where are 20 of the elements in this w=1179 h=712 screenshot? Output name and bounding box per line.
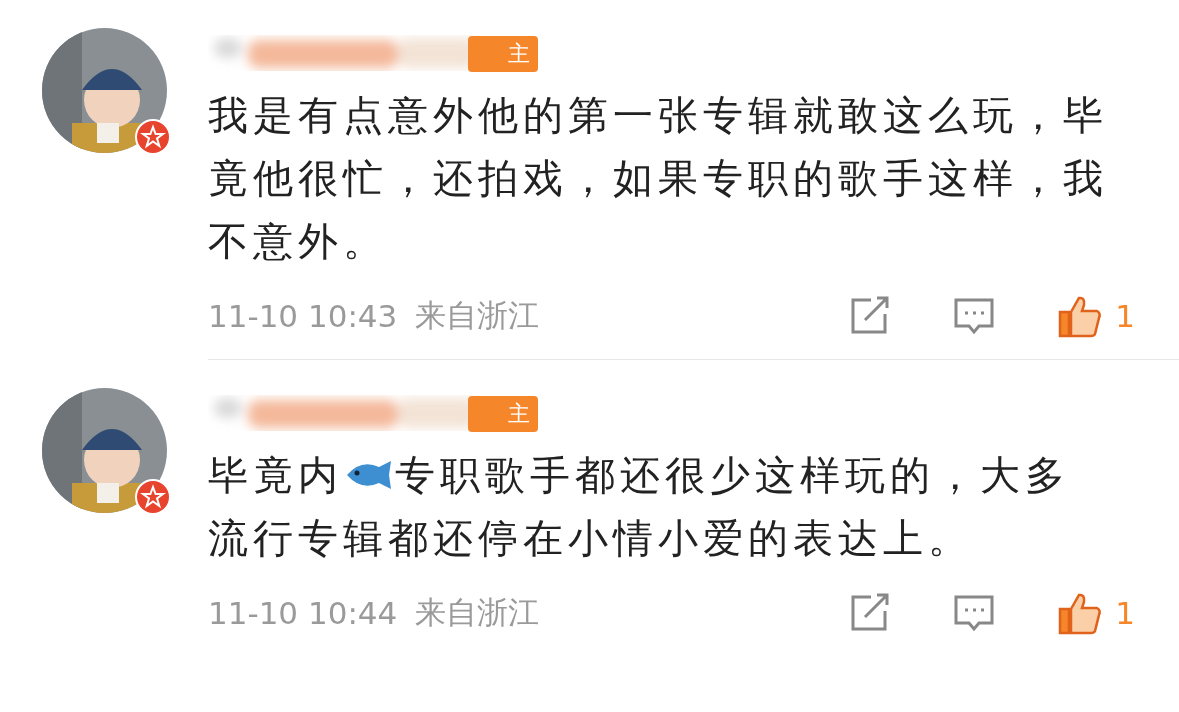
comment-text: 专职歌手都还很少这样玩的，大多 — [395, 452, 1070, 498]
comment-icon[interactable] — [953, 296, 996, 336]
verified-badge-icon — [135, 479, 171, 515]
like-count: 1 — [1115, 298, 1135, 334]
share-icon[interactable] — [849, 593, 892, 633]
comment-text: 流行专辑都还停在小情小爱的表达上。 — [208, 515, 973, 561]
blogger-badge: 主 — [468, 36, 538, 72]
blogger-badge: 主 — [468, 396, 538, 432]
comment-text: 毕竟内 — [208, 452, 343, 498]
location-text: 来自浙江 — [415, 296, 540, 335]
thumbs-up-icon[interactable] — [1057, 591, 1104, 635]
location-text: 来自浙江 — [415, 593, 540, 632]
comment-icon[interactable] — [953, 593, 996, 633]
timestamp: 11-10 10:43 — [208, 298, 398, 334]
share-icon[interactable] — [849, 296, 892, 336]
like-count: 1 — [1115, 595, 1135, 631]
timestamp: 11-10 10:44 — [208, 595, 398, 631]
verified-badge-icon — [135, 119, 171, 155]
comment-text: 我是有点意外他的第一张专辑就敢这么玩，毕竟他很忙，还拍戏，如果专职的歌手这样，我不意外。 — [208, 92, 1108, 264]
thumbs-up-icon[interactable] — [1057, 294, 1104, 338]
